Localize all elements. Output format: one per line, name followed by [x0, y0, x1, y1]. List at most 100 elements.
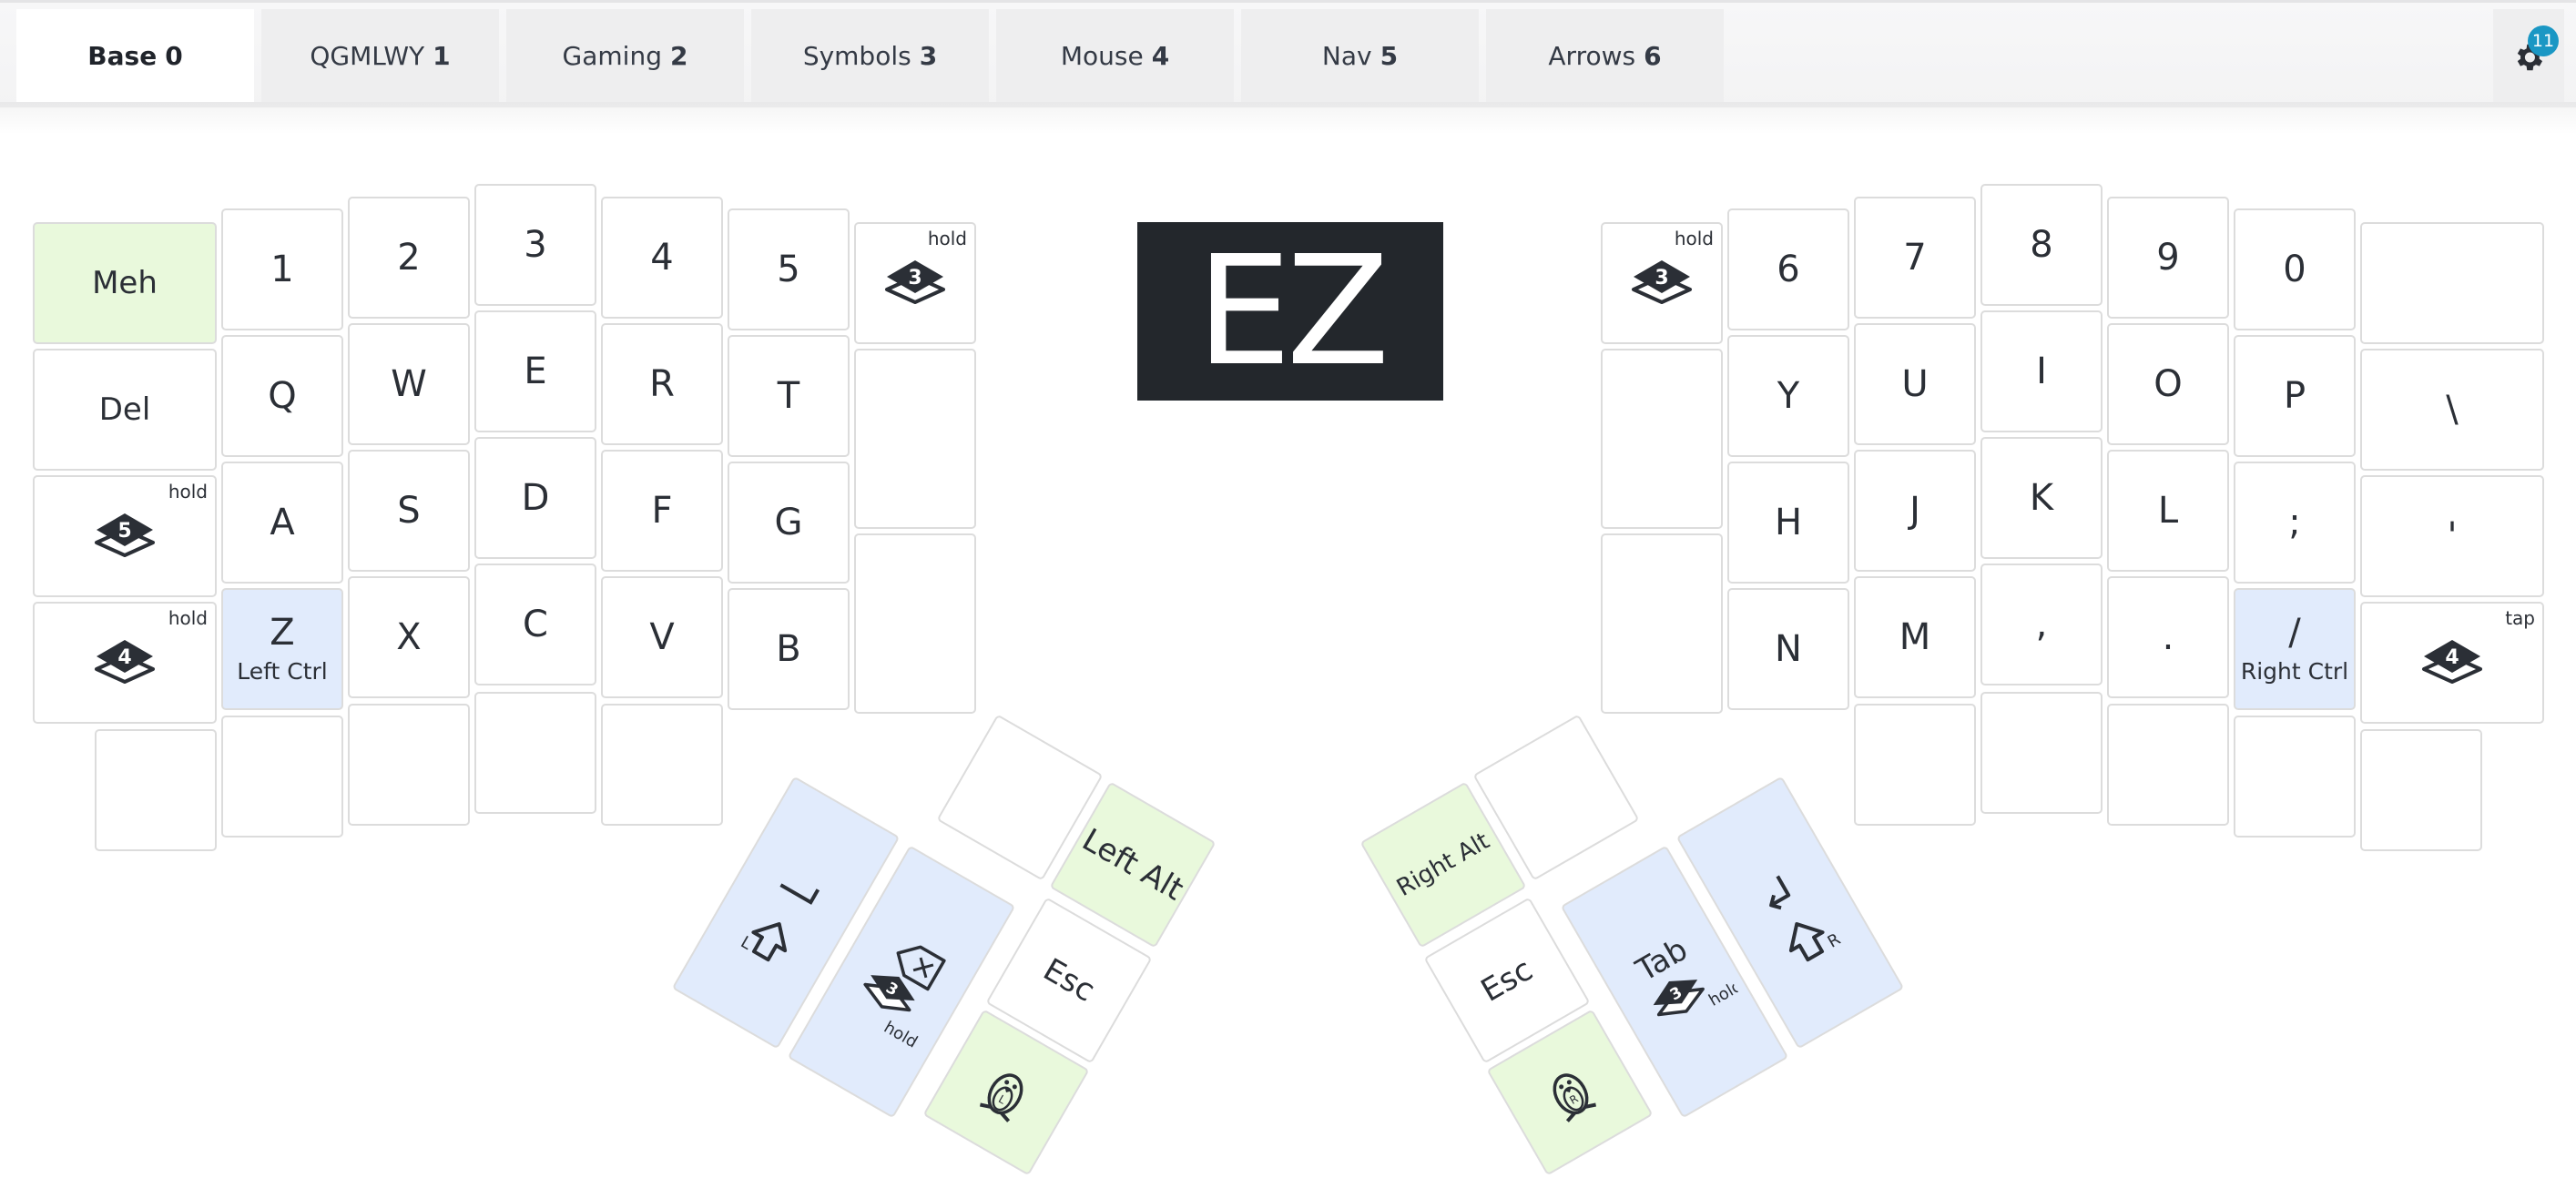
- key-blank-right-top[interactable]: [2360, 222, 2544, 344]
- key-o[interactable]: O: [2107, 323, 2229, 445]
- key-label: 2: [397, 237, 421, 279]
- key-period[interactable]: .: [2107, 576, 2229, 698]
- key-label: B: [776, 628, 801, 670]
- key-p[interactable]: P: [2234, 335, 2356, 457]
- tab-qgmlwy[interactable]: QGMLWY 1: [261, 9, 499, 102]
- super-side-label: L: [996, 1092, 1008, 1107]
- key-n[interactable]: N: [1727, 588, 1849, 710]
- key-0[interactable]: 0: [2234, 208, 2356, 330]
- key-blank-right-inner-2[interactable]: [1601, 533, 1723, 714]
- key-blank-right-bottom-4[interactable]: [2234, 716, 2356, 838]
- key-slash-right-ctrl[interactable]: / Right Ctrl: [2234, 588, 2356, 710]
- key-a[interactable]: A: [221, 462, 343, 584]
- key-t[interactable]: T: [728, 335, 850, 457]
- key-g[interactable]: G: [728, 462, 850, 584]
- tab-base[interactable]: Base 0: [16, 9, 254, 102]
- hold-label: hold: [1705, 976, 1740, 1010]
- key-8[interactable]: 8: [1980, 184, 2103, 306]
- key-label: A: [270, 502, 295, 543]
- key-d[interactable]: D: [474, 437, 596, 559]
- key-del[interactable]: Del: [33, 349, 217, 471]
- key-blank-left-bottom-3[interactable]: [348, 704, 470, 826]
- key-c[interactable]: C: [474, 564, 596, 685]
- key-6[interactable]: 6: [1727, 208, 1849, 330]
- key-label: G: [774, 502, 803, 543]
- hold-label: hold: [881, 1018, 921, 1052]
- key-label: M: [1899, 616, 1931, 658]
- key-layer4-tap[interactable]: tap 4: [2360, 602, 2544, 724]
- tab-label: Gaming: [562, 40, 662, 71]
- key-comma[interactable]: ,: [1980, 564, 2103, 685]
- key-blank-right-bottom-3[interactable]: [2107, 704, 2229, 826]
- key-label: ,: [2035, 604, 2048, 645]
- tab-arrows[interactable]: Arrows 6: [1486, 9, 1724, 102]
- key-blank-left-bottom-4[interactable]: [474, 692, 596, 814]
- key-y[interactable]: Y: [1727, 335, 1849, 457]
- key-e[interactable]: E: [474, 310, 596, 432]
- key-blank-left-bottom-1[interactable]: [95, 729, 217, 851]
- key-label: V: [649, 616, 675, 658]
- tab-mouse[interactable]: Mouse 4: [996, 9, 1234, 102]
- key-7[interactable]: 7: [1854, 197, 1976, 319]
- key-x[interactable]: X: [348, 576, 470, 698]
- key-blank-left-bottom-2[interactable]: [221, 716, 343, 838]
- key-label: 1: [270, 249, 294, 290]
- key-v[interactable]: V: [601, 576, 723, 698]
- tab-label: Base: [87, 40, 158, 71]
- layer-3-icon: 3: [885, 260, 945, 304]
- key-blank-right-bottom-2[interactable]: [1980, 692, 2103, 814]
- key-i[interactable]: I: [1980, 310, 2103, 432]
- layer-4-icon: 4: [2422, 640, 2482, 684]
- settings-button[interactable]: [2493, 9, 2564, 102]
- key-layer3-hold-right[interactable]: hold 3: [1601, 222, 1723, 344]
- layer-number: 3: [908, 267, 921, 289]
- tab-number: 1: [433, 40, 451, 71]
- key-blank-right-bottom-1[interactable]: [1854, 704, 1976, 826]
- key-blank-left-bottom-5[interactable]: [601, 704, 723, 826]
- key-h[interactable]: H: [1727, 462, 1849, 584]
- key-label: U: [1901, 363, 1929, 405]
- tab-number: 2: [669, 40, 688, 71]
- key-label: /: [2288, 611, 2301, 654]
- key-blank-right-bottom-5[interactable]: [2360, 729, 2482, 851]
- key-backslash[interactable]: \: [2360, 349, 2544, 471]
- key-l[interactable]: L: [2107, 450, 2229, 572]
- key-layer5-hold[interactable]: hold 5: [33, 475, 217, 597]
- key-w[interactable]: W: [348, 323, 470, 445]
- key-s[interactable]: S: [348, 450, 470, 572]
- tab-symbols[interactable]: Symbols 3: [751, 9, 989, 102]
- key-quote[interactable]: ': [2360, 475, 2544, 597]
- hold-label: hold: [927, 228, 967, 249]
- key-q[interactable]: Q: [221, 335, 343, 457]
- key-layer3-hold-left[interactable]: hold 3: [854, 222, 976, 344]
- key-b[interactable]: B: [728, 588, 850, 710]
- key-blank-left-inner-2[interactable]: [854, 533, 976, 714]
- key-4[interactable]: 4: [601, 197, 723, 319]
- key-layer4-hold[interactable]: hold 4: [33, 602, 217, 724]
- key-m[interactable]: M: [1854, 576, 1976, 698]
- key-blank-left-inner-1[interactable]: [854, 349, 976, 529]
- key-label: 0: [2283, 249, 2306, 290]
- key-label: Y: [1777, 375, 1800, 417]
- key-9[interactable]: 9: [2107, 197, 2229, 319]
- key-z-left-ctrl[interactable]: Z Left Ctrl: [221, 588, 343, 710]
- key-r[interactable]: R: [601, 323, 723, 445]
- tab-gaming[interactable]: Gaming 2: [506, 9, 744, 102]
- key-label: Del: [98, 391, 151, 428]
- key-k[interactable]: K: [1980, 437, 2103, 559]
- key-3[interactable]: 3: [474, 184, 596, 306]
- key-j[interactable]: J: [1854, 450, 1976, 572]
- key-2[interactable]: 2: [348, 197, 470, 319]
- tab-number: 6: [1644, 40, 1662, 71]
- key-f[interactable]: F: [601, 450, 723, 572]
- key-meh[interactable]: Meh: [33, 222, 217, 344]
- tab-nav[interactable]: Nav 5: [1241, 9, 1479, 102]
- key-label: 3: [524, 224, 547, 266]
- key-blank-right-inner-1[interactable]: [1601, 349, 1723, 529]
- key-u[interactable]: U: [1854, 323, 1976, 445]
- key-modifier-label: Left Ctrl: [237, 657, 328, 685]
- key-semicolon[interactable]: ;: [2234, 462, 2356, 584]
- key-1[interactable]: 1: [221, 208, 343, 330]
- tab-number: 4: [1151, 40, 1170, 71]
- key-5[interactable]: 5: [728, 208, 850, 330]
